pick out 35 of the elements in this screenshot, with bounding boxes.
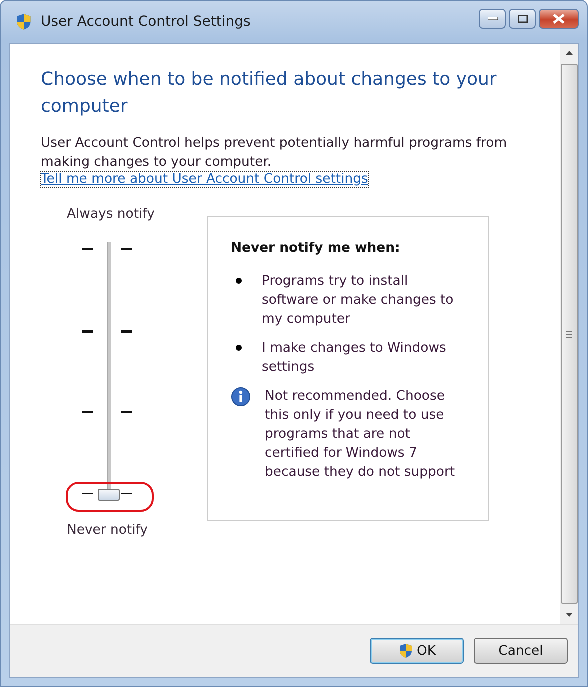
- close-icon: [553, 14, 565, 24]
- tick-mark: [82, 248, 93, 250]
- down-arrow-icon: [566, 613, 572, 617]
- shield-icon: [398, 643, 414, 659]
- info-icon: [231, 387, 251, 407]
- help-link[interactable]: Tell me more about User Account Control settings: [41, 172, 368, 187]
- close-button[interactable]: [539, 9, 579, 29]
- tick-mark: [121, 492, 132, 494]
- minimize-icon: [488, 17, 498, 21]
- slider-top-label: Always notify: [66, 207, 155, 222]
- grip-icon: [566, 330, 572, 338]
- panel-text: Not recommended. Choose this only if you need to use programs that are not certified for Windows 7 because they do not support: [265, 388, 456, 482]
- panel-title: Never notify me when:: [231, 241, 402, 256]
- shield-icon: [15, 13, 33, 31]
- window-title: User Account Control Settings: [41, 14, 252, 30]
- maximize-icon: [518, 15, 528, 23]
- tick-mark: [121, 248, 132, 250]
- page-heading: Choose when to be notified about changes to your computer: [41, 68, 498, 119]
- panel-text: I make changes to Windows settings: [262, 340, 448, 377]
- tick-mark: [82, 492, 93, 494]
- maximize-button[interactable]: [509, 9, 536, 29]
- slider-bottom-label: Never notify: [66, 523, 148, 538]
- minimize-button[interactable]: [479, 9, 506, 29]
- tick-mark: [121, 411, 132, 413]
- description-text: User Account Control helps prevent potentially harmful programs from making changes to your computer.: [41, 135, 508, 172]
- up-arrow-icon: [566, 51, 572, 55]
- ok-button[interactable]: OK: [370, 638, 464, 664]
- bullet-icon: [236, 278, 242, 284]
- tick-mark: [82, 411, 93, 413]
- tick-mark: [82, 330, 93, 333]
- slider-thumb[interactable]: [98, 489, 120, 501]
- bullet-icon: [236, 345, 242, 351]
- panel-text: Programs try to install software or make changes to my computer: [262, 273, 455, 329]
- tick-mark: [121, 330, 132, 333]
- cancel-button[interactable]: Cancel: [474, 638, 568, 664]
